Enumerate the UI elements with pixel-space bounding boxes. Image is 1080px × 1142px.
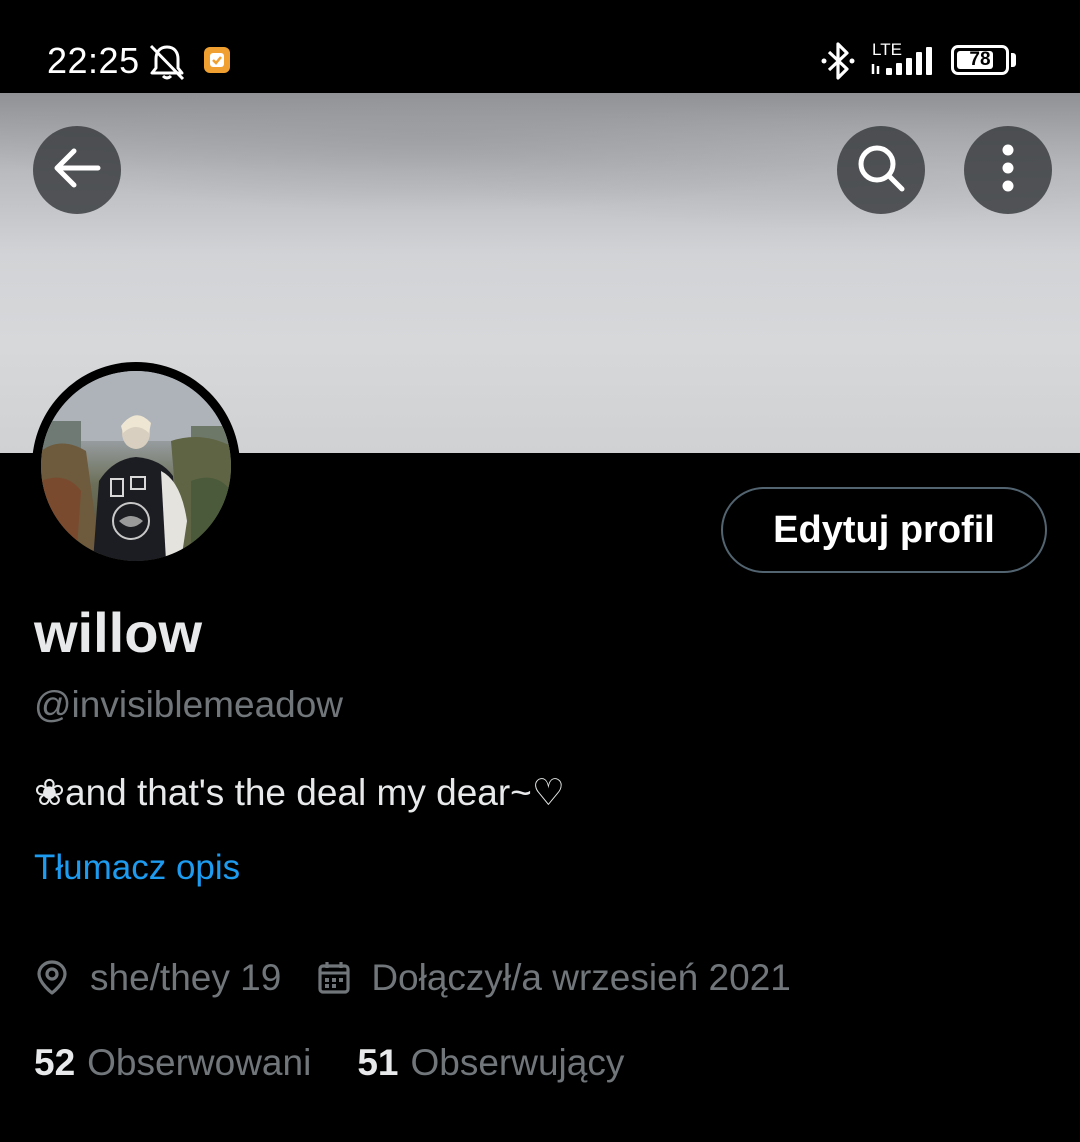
location-item: she/they 19 bbox=[34, 957, 281, 999]
back-button[interactable] bbox=[33, 126, 121, 214]
following-count-link[interactable]: 52 Obserwowani bbox=[34, 1042, 311, 1084]
status-time: 22:25 bbox=[47, 40, 140, 81]
signal-icon bbox=[870, 46, 938, 81]
search-button[interactable] bbox=[837, 126, 925, 214]
battery-cap bbox=[1011, 53, 1016, 67]
notification-app-icon bbox=[204, 47, 230, 78]
followers-label: Obserwujący bbox=[410, 1042, 625, 1083]
edit-profile-button[interactable]: Edytuj profil bbox=[721, 487, 1047, 573]
search-icon bbox=[855, 142, 907, 199]
display-name: willow bbox=[34, 601, 202, 664]
following-label: Obserwowani bbox=[87, 1042, 312, 1083]
follow-counts: 52 Obserwowani 51 Obserwujący bbox=[34, 1036, 624, 1090]
more-options-button[interactable] bbox=[964, 126, 1052, 214]
battery-level: 78 bbox=[969, 49, 991, 70]
more-vertical-icon bbox=[1001, 143, 1015, 198]
bluetooth-icon bbox=[820, 40, 856, 87]
profile-meta: she/they 19 Dołączył/a wrzesień 2021 bbox=[34, 950, 791, 1006]
location-pin-icon bbox=[34, 959, 70, 997]
bio-text: ❀and that's the deal my dear~♡ bbox=[34, 772, 565, 813]
avatar[interactable] bbox=[32, 362, 240, 570]
followers-count: 51 bbox=[357, 1042, 399, 1083]
joined-text: Dołączył/a wrzesień 2021 bbox=[371, 957, 791, 998]
arrow-left-icon bbox=[52, 147, 102, 194]
user-handle: @invisiblemeadow bbox=[34, 684, 344, 725]
joined-item: Dołączył/a wrzesień 2021 bbox=[317, 957, 791, 999]
status-bar: 22:25 LTE 78 bbox=[0, 0, 1080, 93]
calendar-icon bbox=[317, 960, 351, 996]
avatar-photo bbox=[41, 371, 231, 561]
location-text: she/they 19 bbox=[90, 957, 282, 998]
followers-count-link[interactable]: 51 Obserwujący bbox=[357, 1042, 624, 1084]
following-count: 52 bbox=[34, 1042, 76, 1083]
bell-off-icon bbox=[147, 43, 187, 86]
battery-icon: 78 bbox=[951, 45, 1009, 75]
translate-bio-link[interactable]: Tłumacz opis bbox=[34, 848, 240, 888]
